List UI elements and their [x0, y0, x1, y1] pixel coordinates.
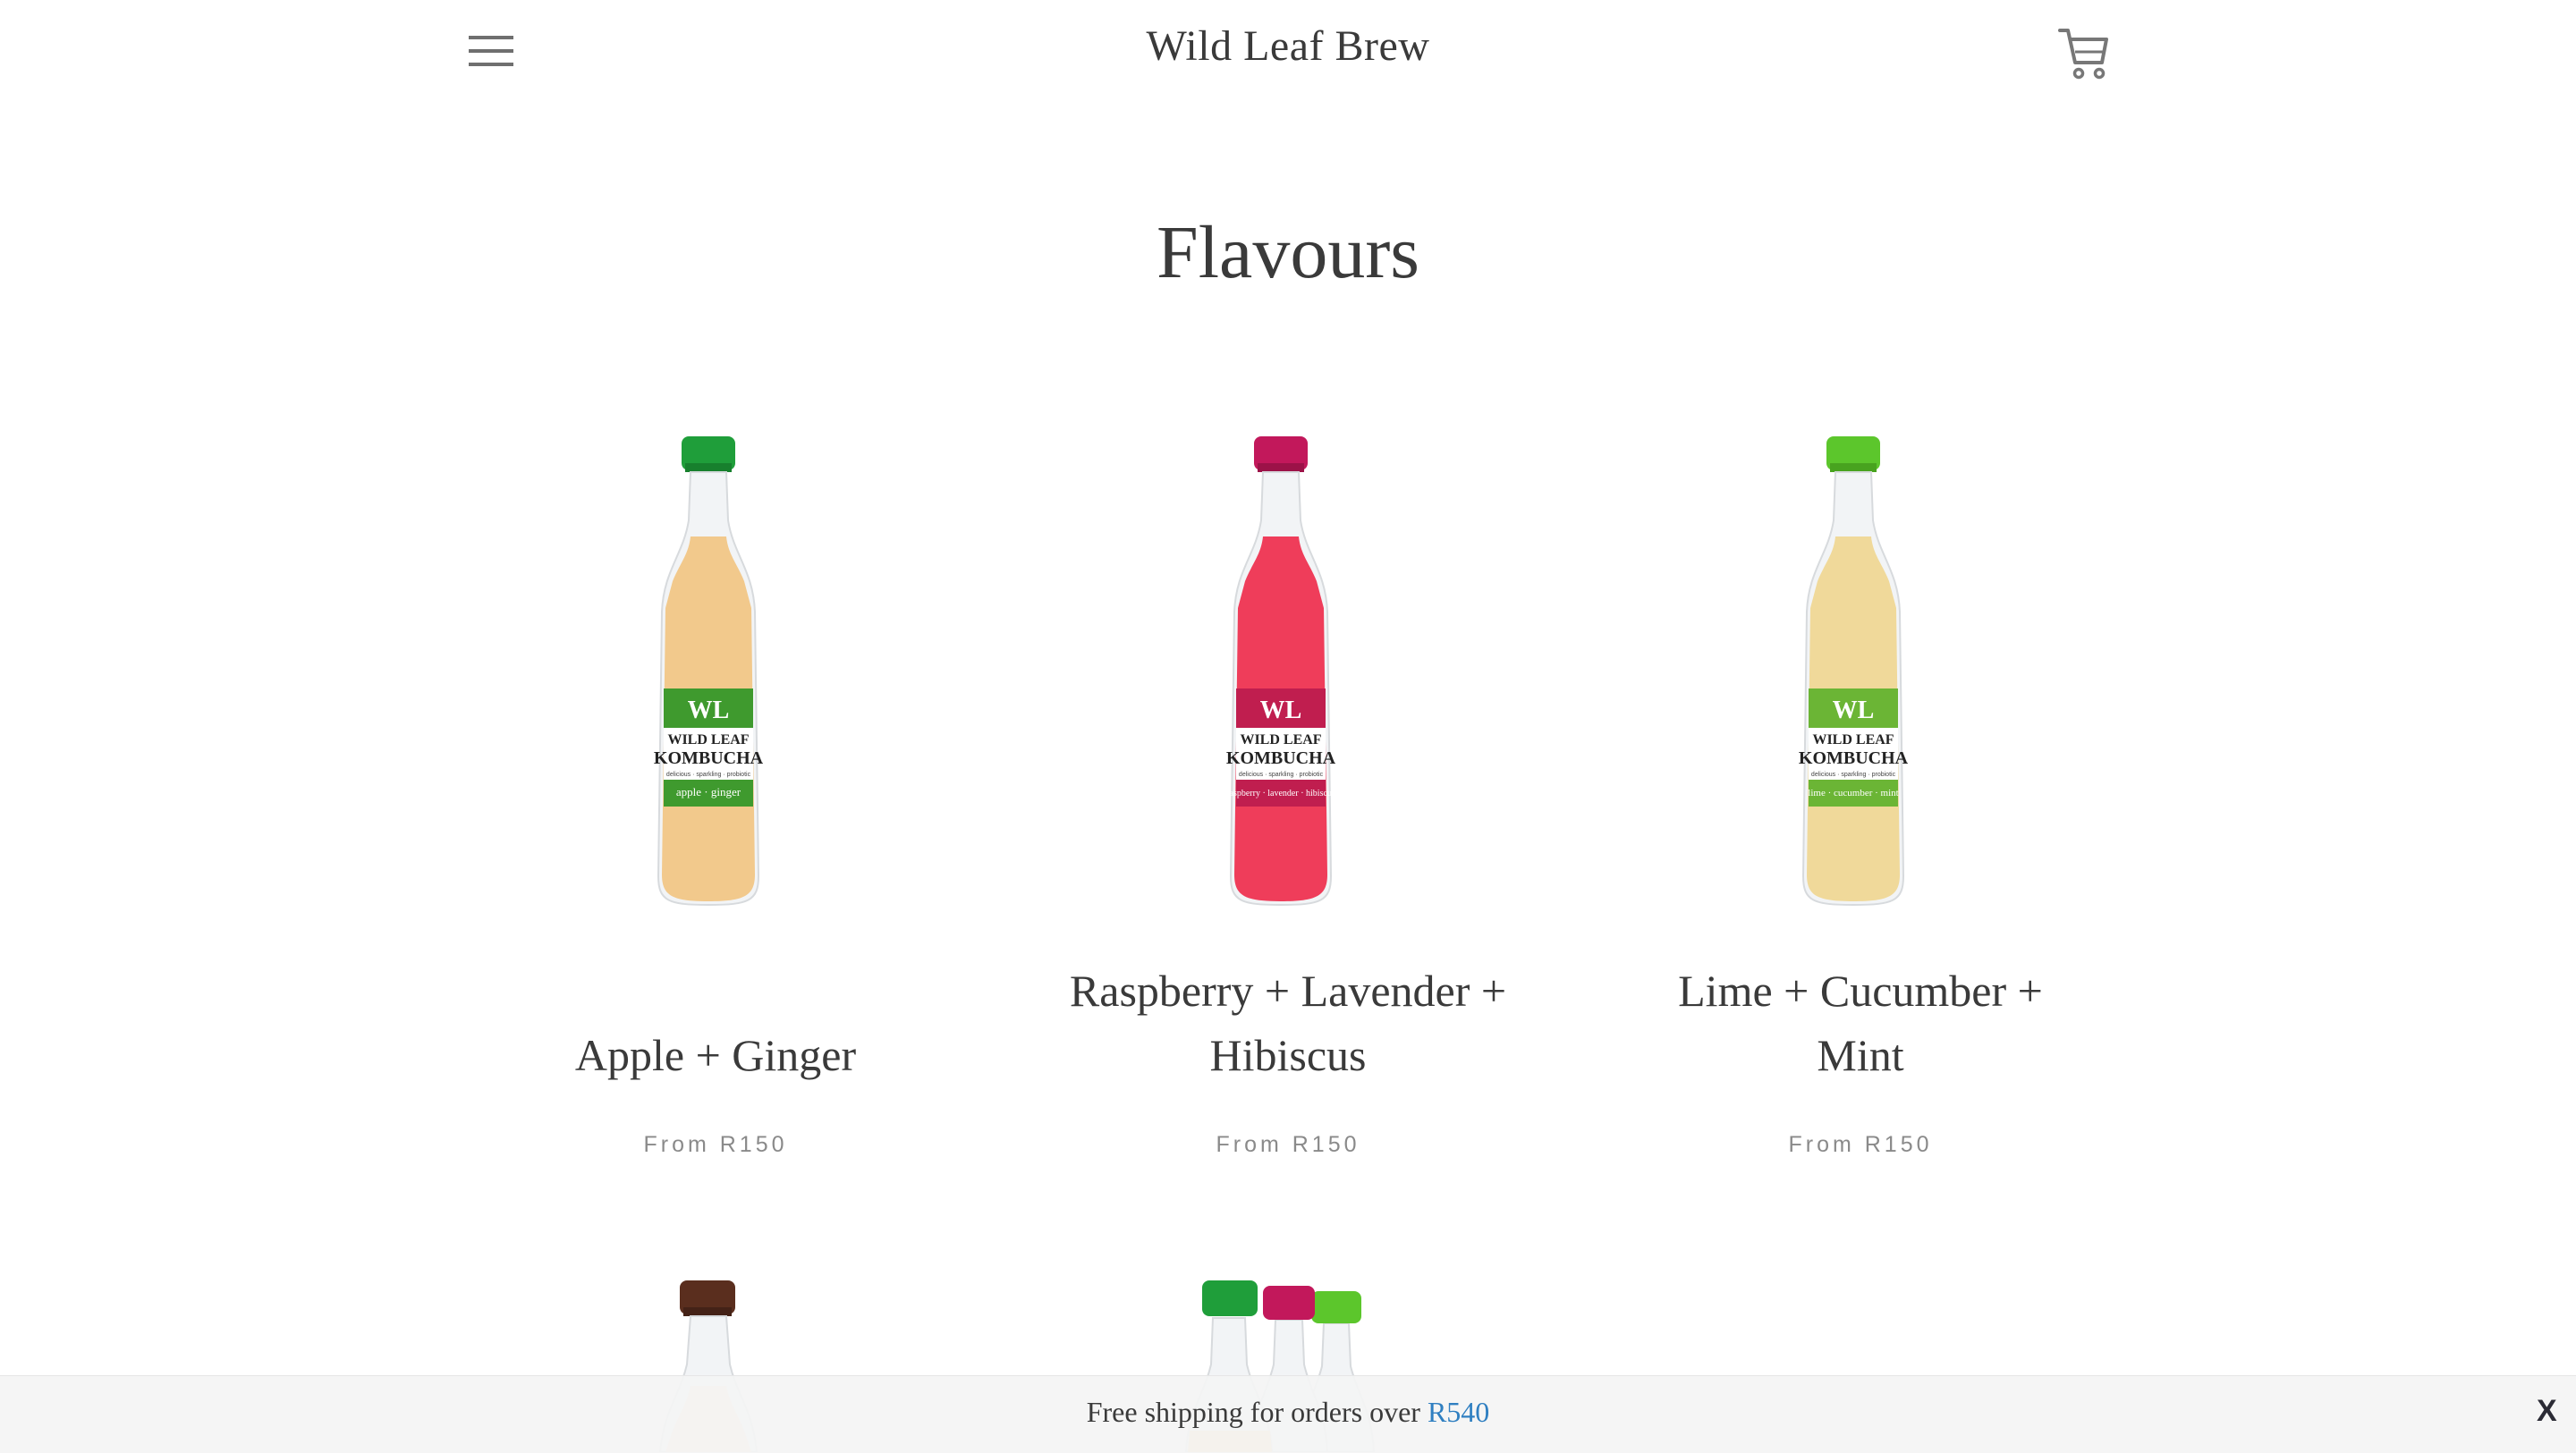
bottle-label-text: WILD LEAF — [1240, 732, 1321, 748]
svg-text:WL: WL — [1260, 697, 1302, 724]
product-title[interactable]: Lime + Cucumber + Mint — [1583, 959, 2138, 1087]
product-title-line: Apple + Ginger — [574, 1030, 857, 1080]
bottle-label-text: KOMBUCHA — [654, 748, 764, 768]
product-image[interactable]: WL WILD LEAF KOMBUCHA delicious · sparkl… — [438, 420, 993, 921]
product-price: From R150 — [643, 1132, 788, 1157]
banner-threshold-link[interactable]: R540 — [1428, 1396, 1489, 1428]
site-header: Wild Leaf Brew — [0, 0, 2576, 107]
shopping-cart-icon[interactable] — [2057, 25, 2109, 80]
free-shipping-banner: Free shipping for orders over R540 X — [0, 1375, 2576, 1453]
product-card-lime-cucumber-mint[interactable]: WL WILD LEAF KOMBUCHA delicious · sparkl… — [1583, 420, 2138, 1168]
product-price: From R150 — [1788, 1132, 1933, 1157]
bottle-label-text: KOMBUCHA — [1799, 748, 1909, 768]
bottle-label-text: KOMBUCHA — [1226, 748, 1336, 768]
close-icon[interactable]: X — [2537, 1394, 2569, 1433]
product-title-line: Mint — [1817, 1030, 1904, 1080]
product-image[interactable]: WL WILD LEAF KOMBUCHA delicious · sparkl… — [1583, 420, 2138, 921]
bottle-label-text: WILD LEAF — [667, 732, 749, 748]
svg-text:WL: WL — [688, 697, 730, 724]
product-title[interactable]: Apple + Ginger — [438, 1023, 993, 1087]
bottle-label-text: lime · cucumber · mint — [1808, 788, 1898, 798]
site-title[interactable]: Wild Leaf Brew — [0, 21, 2576, 71]
product-title-line: Lime + Cucumber + — [1678, 966, 2043, 1016]
bottle-label-text: delicious · sparkling · probiotic — [666, 772, 751, 778]
bottle-label-text: delicious · sparkling · probiotic — [1811, 772, 1896, 778]
banner-text: Free shipping for orders over R540 — [0, 1396, 2576, 1429]
bottle-label-text: apple · ginger — [676, 785, 741, 798]
bottle-label-text: delicious · sparkling · probiotic — [1239, 772, 1324, 778]
product-title[interactable]: Raspberry + Lavender + Hibiscus — [1011, 959, 1565, 1087]
product-title-line: Raspberry + Lavender + — [1069, 966, 1507, 1016]
svg-text:WL: WL — [1833, 697, 1875, 724]
bottle-label-text: raspberry · lavender · hibiscus — [1226, 789, 1335, 798]
bottle-label-text: WILD LEAF — [1812, 732, 1894, 748]
page-title: Flavours — [1157, 211, 1419, 294]
banner-message: Free shipping for orders over — [1086, 1396, 1420, 1428]
product-price: From R150 — [1216, 1132, 1360, 1157]
product-card-apple-ginger[interactable]: WL WILD LEAF KOMBUCHA delicious · sparkl… — [438, 420, 993, 1168]
product-image[interactable]: WL WILD LEAF KOMBUCHA delicious · sparkl… — [1011, 420, 1565, 921]
product-title-line: Hibiscus — [1209, 1030, 1367, 1080]
product-card-raspberry-lavender-hibiscus[interactable]: WL WILD LEAF KOMBUCHA delicious · sparkl… — [1011, 420, 1565, 1168]
